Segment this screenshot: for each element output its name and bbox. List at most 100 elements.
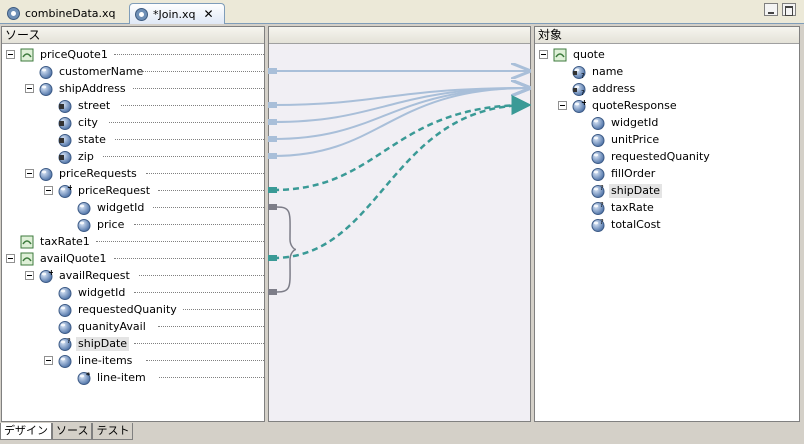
tree-node-address[interactable]: ? address: [572, 80, 637, 97]
join-handle-widgetId_av: [268, 289, 277, 295]
tree-node-label: availQuote1: [40, 251, 107, 265]
tree-node-widgetId_pr[interactable]: widgetId: [77, 199, 146, 216]
connector-line: [114, 258, 264, 259]
element-icon: [58, 354, 72, 368]
svg-text:?: ?: [67, 337, 71, 345]
svg-text:?: ?: [600, 201, 604, 209]
svg-text:+: +: [67, 184, 72, 192]
svg-text:?: ?: [600, 218, 604, 226]
close-icon[interactable]: ✕: [204, 7, 214, 21]
maximize-button[interactable]: [782, 3, 796, 16]
tree-node-street[interactable]: street: [58, 97, 112, 114]
connector-line: [115, 139, 264, 140]
collapse-toggle[interactable]: [44, 356, 53, 365]
optional-element-icon: ?: [58, 337, 72, 351]
tree-node-label: unitPrice: [611, 132, 660, 146]
source-panel: ソース priceQuote1 customerName shipAddress st…: [1, 26, 265, 422]
tree-node-city[interactable]: city: [58, 114, 100, 131]
element-icon: [591, 116, 605, 130]
mapping-canvas[interactable]: [268, 44, 531, 422]
element-icon: [77, 218, 91, 232]
tree-node-price[interactable]: price: [77, 216, 126, 233]
tree-node-label: line-items: [78, 353, 133, 367]
svg-text:?: ?: [600, 184, 604, 192]
tree-node-label: taxRate1: [40, 234, 90, 248]
collapse-toggle[interactable]: [6, 254, 15, 263]
tree-node-widgetId_t[interactable]: widgetId: [591, 114, 660, 131]
tree-node-availQuote1[interactable]: availQuote1: [20, 250, 109, 267]
element-icon: [39, 65, 53, 79]
target-panel-title: 対象: [535, 27, 799, 44]
tree-node-label: shipAddress: [59, 81, 126, 95]
connector-line: [95, 241, 264, 242]
tree-node-label: state: [78, 132, 106, 146]
mapping-link-zip-to-address: [272, 88, 529, 157]
window-controls: [764, 3, 796, 16]
tree-node-fillOrder[interactable]: fillOrder: [591, 165, 657, 182]
tree-node-lineItem[interactable]: * line-item: [77, 369, 148, 386]
collapse-toggle[interactable]: [558, 101, 567, 110]
tree-node-lineItems[interactable]: line-items: [58, 352, 134, 369]
tree-node-quoteResponse[interactable]: + quoteResponse: [572, 97, 679, 114]
tree-node-taxRate[interactable]: ? taxRate: [591, 199, 656, 216]
tree-node-quote[interactable]: quote: [553, 46, 607, 63]
tree-node-label: shipDate: [76, 336, 130, 351]
tab-label: combineData.xq: [25, 7, 116, 20]
tab-source[interactable]: ソース: [52, 423, 93, 440]
connector-line: [139, 71, 264, 72]
target-panel: 対象 quote? name? address + quoteResponse widge…: [534, 26, 800, 422]
tree-node-availRequest[interactable]: + availRequest: [39, 267, 132, 284]
tree-node-shipDate_src[interactable]: ? shipDate: [58, 335, 130, 352]
tree-node-priceRequests[interactable]: priceRequests: [39, 165, 139, 182]
tree-node-label: address: [592, 81, 636, 95]
attribute-icon: [58, 99, 72, 113]
tab-design[interactable]: デザイン: [0, 423, 52, 440]
tree-node-requestedQuanity_t[interactable]: requestedQuanity: [591, 148, 712, 165]
mapping-handle-city: [268, 119, 277, 125]
collapse-toggle[interactable]: [25, 271, 34, 280]
tree-node-quanityAvail[interactable]: quanityAvail: [58, 318, 148, 335]
connector-line: [139, 275, 264, 276]
collapse-toggle[interactable]: [44, 186, 53, 195]
schema-root-icon: [553, 48, 567, 62]
collapse-toggle[interactable]: [6, 50, 15, 59]
tree-node-shipAddress[interactable]: shipAddress: [39, 80, 128, 97]
editor-tab-strip: combineData.xq *Join.xq ✕: [0, 0, 804, 24]
connector-line: [133, 343, 264, 344]
tree-node-priceRequest[interactable]: + priceRequest: [58, 182, 152, 199]
mapping-link-availQuote1-to-quoteResponse: [272, 95, 531, 260]
tree-node-label: priceRequests: [59, 166, 137, 180]
tree-node-name[interactable]: ? name: [572, 63, 625, 80]
tree-node-customerName[interactable]: customerName: [39, 63, 145, 80]
connector-line: [158, 377, 264, 378]
tree-node-widgetId_av[interactable]: widgetId: [58, 284, 127, 301]
tree-node-state[interactable]: state: [58, 131, 108, 148]
tree-node-priceQuote1[interactable]: priceQuote1: [20, 46, 110, 63]
mapping-handle-street: [268, 102, 277, 108]
svg-text:?: ?: [581, 72, 585, 79]
svg-text:?: ?: [581, 89, 585, 96]
element-icon: [58, 286, 72, 300]
connector-line: [134, 224, 264, 225]
tree-node-requestedQuanity[interactable]: requestedQuanity: [58, 301, 179, 318]
tab-combinedata[interactable]: combineData.xq: [2, 3, 126, 24]
collapse-toggle[interactable]: [25, 84, 34, 93]
tree-node-label: priceRequest: [78, 183, 151, 197]
connector-line: [146, 360, 264, 361]
svg-text:+: +: [48, 269, 53, 277]
tab-test[interactable]: テスト: [92, 423, 134, 440]
tab-join[interactable]: *Join.xq ✕: [129, 3, 225, 24]
element-icon: [39, 82, 53, 96]
tree-node-totalCost[interactable]: ? totalCost: [591, 216, 663, 233]
minimize-button[interactable]: [764, 3, 778, 16]
tree-node-unitPrice[interactable]: unitPrice: [591, 131, 661, 148]
tree-node-zip[interactable]: zip: [58, 148, 96, 165]
connector-line: [108, 122, 264, 123]
collapse-toggle[interactable]: [25, 169, 34, 178]
optional-attribute-icon: ?: [572, 82, 586, 96]
tree-node-shipDate_t[interactable]: ? shipDate: [591, 182, 663, 199]
collapse-toggle[interactable]: [539, 50, 548, 59]
tree-node-label: quoteResponse: [592, 98, 677, 112]
tree-node-label: widgetId: [78, 285, 126, 299]
tree-node-taxRate1[interactable]: taxRate1: [20, 233, 92, 250]
